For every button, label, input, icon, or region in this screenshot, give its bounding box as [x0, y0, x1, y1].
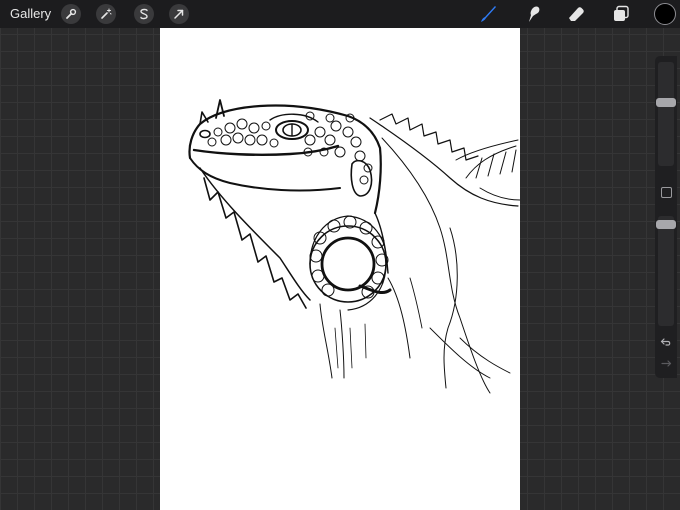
color-swatch[interactable] [654, 3, 676, 25]
smudge-tool[interactable] [521, 3, 545, 25]
brush-size-thumb[interactable] [656, 98, 676, 107]
opacity-slider[interactable] [656, 216, 676, 326]
opacity-thumb[interactable] [656, 220, 676, 229]
actions-button[interactable] [61, 4, 81, 24]
gallery-button[interactable]: Gallery [10, 6, 51, 21]
transform-arrow-icon [174, 9, 184, 19]
top-toolbar: Gallery [0, 0, 680, 28]
undo-icon [660, 338, 671, 346]
side-bar [655, 56, 677, 378]
magic-wand-icon [101, 8, 112, 19]
brush-tool[interactable] [476, 3, 500, 25]
modify-square-icon[interactable] [661, 187, 672, 198]
layers-icon [614, 5, 629, 21]
selection-s-icon [140, 8, 148, 20]
undo-button[interactable] [658, 334, 674, 350]
brush-icon [481, 6, 496, 22]
brush-size-slider[interactable] [656, 62, 676, 166]
redo-button[interactable] [658, 356, 674, 372]
wrench-icon [66, 8, 77, 19]
redo-icon [661, 360, 672, 367]
iguana-sketch [188, 99, 520, 394]
layers-tool[interactable] [609, 3, 633, 25]
selection-button[interactable] [134, 4, 154, 24]
eraser-icon [569, 7, 584, 21]
adjustments-button[interactable] [96, 4, 116, 24]
transform-button[interactable] [169, 4, 189, 24]
eraser-tool[interactable] [564, 3, 588, 25]
drawing-canvas[interactable] [160, 28, 520, 510]
smudge-icon [529, 6, 540, 22]
